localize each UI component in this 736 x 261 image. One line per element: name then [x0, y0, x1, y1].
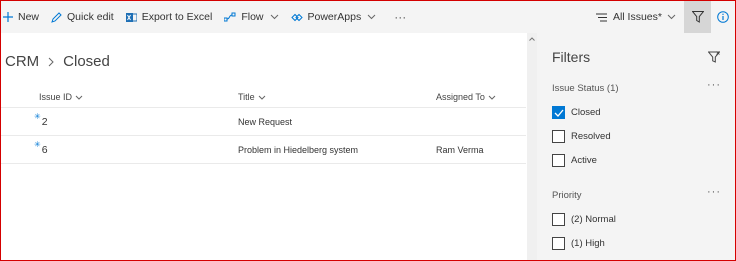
flow-button[interactable]: Flow [218, 1, 284, 33]
checkbox[interactable] [552, 237, 565, 250]
plus-icon [3, 12, 13, 22]
list-header: Issue ID Title Assigned To [1, 87, 526, 108]
quick-edit-button[interactable]: Quick edit [45, 1, 120, 33]
filter-option-active[interactable]: Active [552, 154, 597, 167]
issue-id-cell[interactable]: ✳ 6 [34, 140, 48, 156]
filter-option-label: Active [571, 155, 597, 166]
chevron-down-icon [75, 95, 83, 100]
issues-list: Issue ID Title Assigned To ✳ 2 New Reque… [1, 87, 526, 164]
checkbox[interactable] [552, 130, 565, 143]
info-icon [717, 11, 729, 23]
more-commands-label: ··· [394, 10, 407, 24]
filter-option-resolved[interactable]: Resolved [552, 130, 611, 143]
column-header-issue-id[interactable]: Issue ID [39, 92, 83, 102]
assigned-to-value: Ram Verma [436, 144, 484, 155]
new-item-spark-icon: ✳ [34, 140, 41, 149]
issue-id-cell[interactable]: ✳ 2 [34, 112, 48, 128]
title-value: New Request [238, 116, 293, 127]
view-selector-label: All Issues* [612, 11, 662, 23]
filter-option-label: Closed [571, 107, 601, 118]
checkbox-checked[interactable] [552, 106, 565, 119]
column-header-label: Issue ID [39, 92, 73, 102]
filter-option-label: Resolved [571, 131, 611, 142]
filter-group-title: Priority [552, 190, 582, 201]
breadcrumb: CRM Closed [5, 53, 110, 70]
filter-option-label: (1) High [571, 238, 605, 249]
checkbox[interactable] [552, 213, 565, 226]
assigned-to-cell: Ram Verma [436, 145, 484, 155]
command-bar: New Quick edit Export to Excel Flow Powe… [1, 1, 735, 33]
command-bar-right: All Issues* [588, 1, 735, 33]
flow-label: Flow [241, 11, 264, 23]
column-header-title[interactable]: Title [238, 92, 266, 102]
issue-id-value: 2 [41, 115, 48, 128]
chevron-down-icon [270, 14, 279, 20]
title-cell[interactable]: Problem in Hiedelberg system [238, 145, 358, 155]
new-button[interactable]: New [1, 1, 45, 33]
table-row[interactable]: ✳ 2 New Request [1, 108, 526, 136]
info-button[interactable] [711, 1, 735, 33]
filter-option-high[interactable]: (1) High [552, 237, 605, 250]
list-scrollbar[interactable] [527, 33, 537, 260]
filter-icon [691, 11, 704, 23]
export-excel-button[interactable]: Export to Excel [120, 1, 219, 33]
new-label: New [18, 11, 40, 23]
breadcrumb-parent[interactable]: CRM [5, 53, 39, 70]
title-value: Problem in Hiedelberg system [238, 144, 359, 155]
powerapps-button[interactable]: PowerApps [285, 1, 383, 33]
clear-filters-icon[interactable] [708, 51, 720, 63]
filter-group-title: Issue Status (1) [552, 83, 619, 94]
flow-icon [224, 12, 236, 22]
view-selector[interactable]: All Issues* [588, 11, 684, 23]
table-row[interactable]: ✳ 6 Problem in Hiedelberg system Ram Ver… [1, 136, 526, 164]
export-excel-label: Export to Excel [141, 11, 213, 23]
filters-title: Filters [552, 49, 591, 65]
powerapps-label: PowerApps [307, 11, 362, 23]
more-commands-button[interactable]: ··· [382, 1, 412, 33]
new-item-spark-icon: ✳ [34, 112, 41, 121]
powerapps-icon [290, 13, 303, 22]
chevron-down-icon [367, 14, 376, 20]
filter-group-more-button[interactable]: ··· [707, 79, 721, 91]
column-header-label: Assigned To [436, 92, 485, 102]
breadcrumb-current: Closed [63, 53, 110, 70]
column-header-assigned-to[interactable]: Assigned To [436, 92, 496, 102]
filter-option-normal[interactable]: (2) Normal [552, 213, 616, 226]
view-list-icon [595, 13, 607, 22]
filter-group-more-button[interactable]: ··· [707, 186, 721, 198]
scroll-up-icon[interactable] [529, 37, 535, 41]
title-cell[interactable]: New Request [238, 117, 292, 127]
checkbox[interactable] [552, 154, 565, 167]
filter-option-closed[interactable]: Closed [552, 106, 601, 119]
issue-id-value: 6 [41, 143, 48, 156]
filters-pane: Filters Issue Status (1) ··· Closed Reso… [537, 33, 735, 260]
column-header-label: Title [238, 92, 255, 102]
pencil-icon [51, 11, 62, 23]
app-frame: New Quick edit Export to Excel Flow Powe… [0, 0, 736, 261]
filter-pane-button[interactable] [684, 1, 711, 33]
filter-option-label: (2) Normal [571, 214, 616, 225]
chevron-down-icon [667, 14, 676, 20]
excel-icon [125, 12, 137, 23]
quick-edit-label: Quick edit [67, 11, 114, 23]
chevron-right-icon [48, 57, 54, 67]
checkmark-icon [554, 109, 563, 117]
chevron-down-icon [488, 95, 496, 100]
chevron-down-icon [258, 95, 266, 100]
